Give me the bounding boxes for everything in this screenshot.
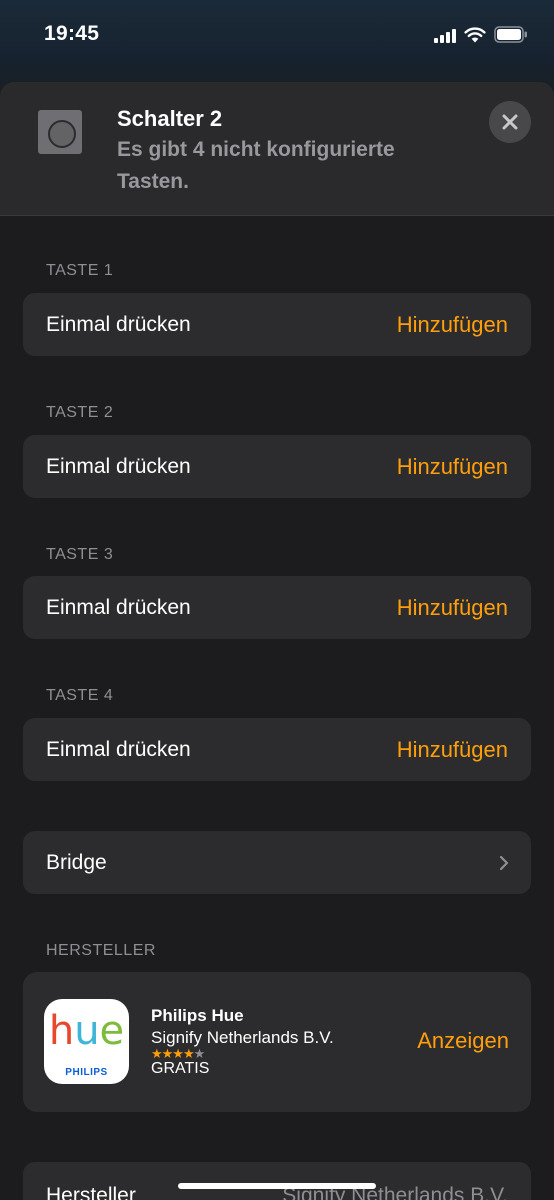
bridge-row[interactable]: Bridge <box>23 831 531 894</box>
app-name: Philips Hue <box>151 1006 244 1025</box>
close-button[interactable] <box>489 101 531 143</box>
section-label-taste-2: TASTE 2 <box>46 404 114 421</box>
hue-wordmark: hue <box>48 1008 125 1054</box>
show-app-button[interactable]: Anzeigen <box>417 1028 509 1054</box>
app-developer: Signify Netherlands B.V. <box>151 1028 334 1047</box>
bridge-label: Bridge <box>46 850 107 874</box>
status-time: 19:45 <box>44 22 100 45</box>
button-3-label: Einmal drücken <box>46 595 191 619</box>
cellular-signal-icon <box>434 27 456 43</box>
accessory-title: Schalter 2 <box>117 106 223 131</box>
battery-icon <box>494 26 527 43</box>
philips-hue-app-icon: hue PHILIPS <box>44 999 129 1084</box>
app-price: GRATIS <box>151 1060 210 1077</box>
button-4-row[interactable]: Einmal drücken Hinzufügen <box>23 718 531 781</box>
section-label-taste-3: TASTE 3 <box>46 546 114 563</box>
sheet-header: Schalter 2 Es gibt 4 nicht konfigurierte… <box>0 82 554 216</box>
status-bar: 19:45 <box>0 0 554 70</box>
button-3-add-action[interactable]: Hinzufügen <box>397 595 508 621</box>
section-label-taste-4: TASTE 4 <box>46 687 114 704</box>
button-1-label: Einmal drücken <box>46 312 191 336</box>
section-label-manufacturer: HERSTELLER <box>46 942 156 959</box>
button-4-label: Einmal drücken <box>46 737 191 761</box>
status-icons <box>434 26 528 43</box>
app-store-card[interactable]: hue PHILIPS Philips Hue Signify Netherla… <box>23 972 531 1112</box>
accessory-subtitle: Es gibt 4 nicht konfigurierte Tasten. <box>117 138 395 193</box>
button-2-row[interactable]: Einmal drücken Hinzufügen <box>23 435 531 498</box>
wifi-icon <box>464 26 486 42</box>
button-2-label: Einmal drücken <box>46 454 191 478</box>
switch-device-icon <box>38 110 82 154</box>
button-1-add-action[interactable]: Hinzufügen <box>397 312 508 338</box>
button-3-row[interactable]: Einmal drücken Hinzufügen <box>23 576 531 639</box>
manufacturer-detail-row: Hersteller Signify Netherlands B.V. <box>23 1162 531 1200</box>
close-icon <box>502 114 518 130</box>
screen: 19:45 Schalter 2 Es gibt 4 nicht konfigu… <box>0 0 554 1200</box>
button-4-add-action[interactable]: Hinzufügen <box>397 737 508 763</box>
section-label-taste-1: TASTE 1 <box>46 262 114 279</box>
manufacturer-detail-label: Hersteller <box>46 1184 136 1200</box>
chevron-right-icon <box>499 855 509 870</box>
button-1-row[interactable]: Einmal drücken Hinzufügen <box>23 293 531 356</box>
button-2-add-action[interactable]: Hinzufügen <box>397 454 508 480</box>
home-indicator[interactable] <box>178 1183 376 1189</box>
philips-brand-label: PHILIPS <box>65 1067 108 1078</box>
